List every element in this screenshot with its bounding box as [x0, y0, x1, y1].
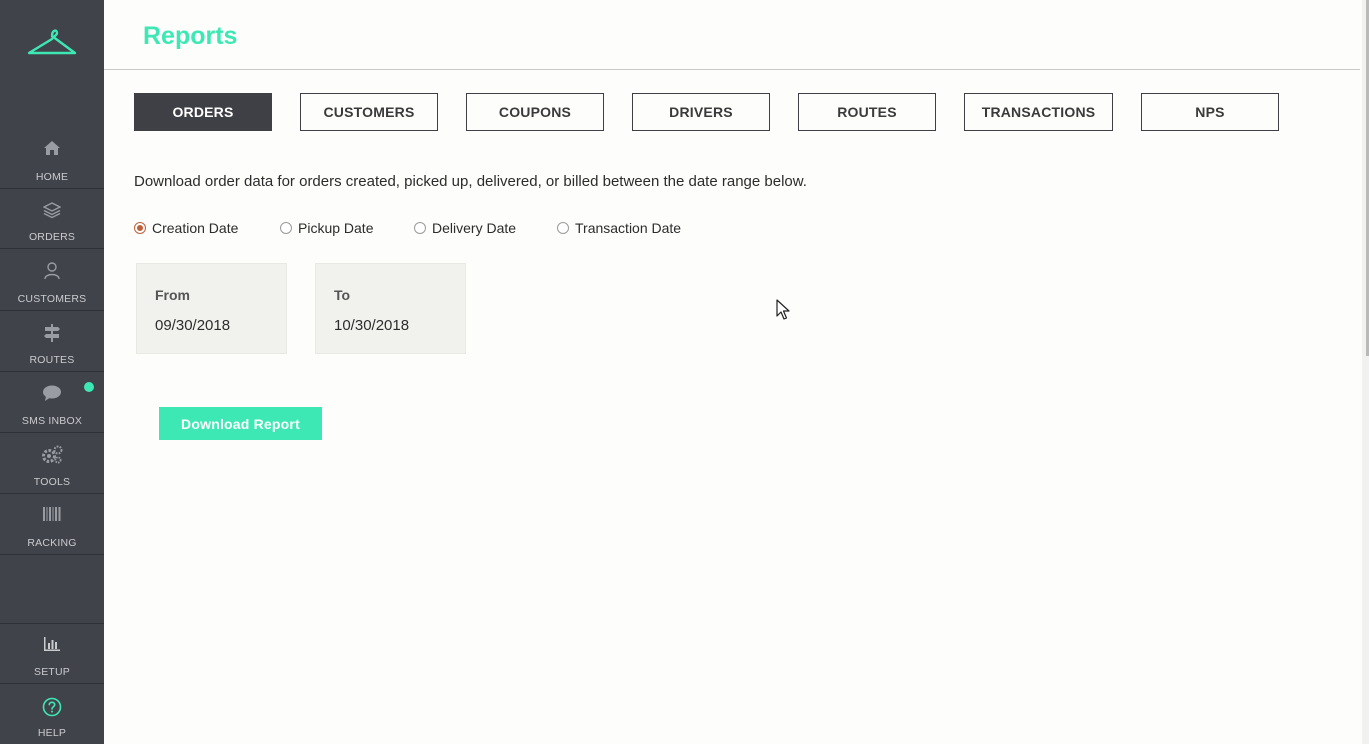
to-date-picker[interactable]: To 10/30/2018: [315, 263, 466, 354]
tab-drivers[interactable]: DRIVERS: [632, 93, 770, 131]
radio-pickup-date[interactable]: Pickup Date: [280, 220, 373, 236]
radio-indicator[interactable]: [280, 222, 292, 234]
download-report-button[interactable]: Download Report: [159, 407, 322, 440]
radio-creation-date[interactable]: Creation Date: [134, 220, 238, 236]
radio-label: Creation Date: [152, 220, 239, 236]
sidebar-item-label: RACKING: [27, 537, 77, 549]
sidebar-item-label: SMS INBOX: [21, 415, 83, 427]
sidebar-item-sms-inbox[interactable]: SMS INBOX: [0, 372, 104, 433]
tab-customers[interactable]: CUSTOMERS: [300, 93, 438, 131]
sidebar-item-help[interactable]: HELP: [0, 685, 104, 744]
user-icon: [0, 262, 104, 282]
tab-nps[interactable]: NPS: [1141, 93, 1279, 131]
sidebar-item-racking[interactable]: RACKING: [0, 494, 104, 555]
header-divider: [104, 69, 1360, 70]
radio-label: Pickup Date: [298, 220, 374, 236]
from-date-picker[interactable]: From 09/30/2018: [136, 263, 287, 354]
sidebar-item-label: ORDERS: [28, 231, 76, 243]
to-date-label: To: [334, 287, 351, 303]
radio-indicator[interactable]: [557, 222, 569, 234]
home-icon: [0, 140, 104, 160]
sidebar-item-setup[interactable]: SETUP: [0, 623, 104, 684]
hanger-logo-icon[interactable]: [26, 26, 78, 58]
barcode-icon: [0, 506, 104, 526]
sidebar-item-customers[interactable]: CUSTOMERS: [0, 250, 104, 311]
tab-routes[interactable]: ROUTES: [798, 93, 936, 131]
radio-transaction-date[interactable]: Transaction Date: [557, 220, 681, 236]
mouse-cursor-icon: [776, 299, 790, 320]
signpost-icon: [0, 323, 104, 343]
sidebar-item-label: HELP: [37, 727, 67, 739]
sidebar: HOME ORDERS CUSTOMERS ROUTES SMS INBOX T…: [0, 0, 104, 744]
radio-label: Transaction Date: [575, 220, 682, 236]
report-description: Download order data for orders created, …: [134, 173, 807, 190]
chat-bubble-icon: [0, 384, 104, 404]
sidebar-item-home[interactable]: HOME: [0, 128, 104, 189]
sidebar-item-label: SETUP: [33, 666, 70, 678]
radio-indicator[interactable]: [414, 222, 426, 234]
gears-icon: [0, 445, 104, 465]
question-circle-icon: [0, 697, 104, 717]
radio-label: Delivery Date: [432, 220, 517, 236]
page-title: Reports: [143, 22, 238, 50]
tab-orders[interactable]: ORDERS: [134, 93, 272, 131]
sidebar-item-routes[interactable]: ROUTES: [0, 311, 104, 372]
bar-chart-icon: [0, 636, 104, 656]
from-date-label: From: [155, 287, 190, 303]
from-date-value[interactable]: 09/30/2018: [155, 317, 230, 334]
radio-delivery-date[interactable]: Delivery Date: [414, 220, 516, 236]
tab-transactions[interactable]: TRANSACTIONS: [964, 93, 1113, 131]
radio-indicator[interactable]: [134, 222, 146, 234]
sidebar-item-label: HOME: [35, 171, 69, 183]
layers-icon: [0, 201, 104, 221]
sidebar-item-label: CUSTOMERS: [17, 293, 87, 305]
sidebar-item-orders[interactable]: ORDERS: [0, 188, 104, 249]
to-date-value[interactable]: 10/30/2018: [334, 317, 409, 334]
sidebar-item-label: TOOLS: [33, 476, 71, 488]
sidebar-item-label: ROUTES: [29, 354, 75, 366]
tab-coupons[interactable]: COUPONS: [466, 93, 604, 131]
sidebar-item-tools[interactable]: TOOLS: [0, 433, 104, 494]
